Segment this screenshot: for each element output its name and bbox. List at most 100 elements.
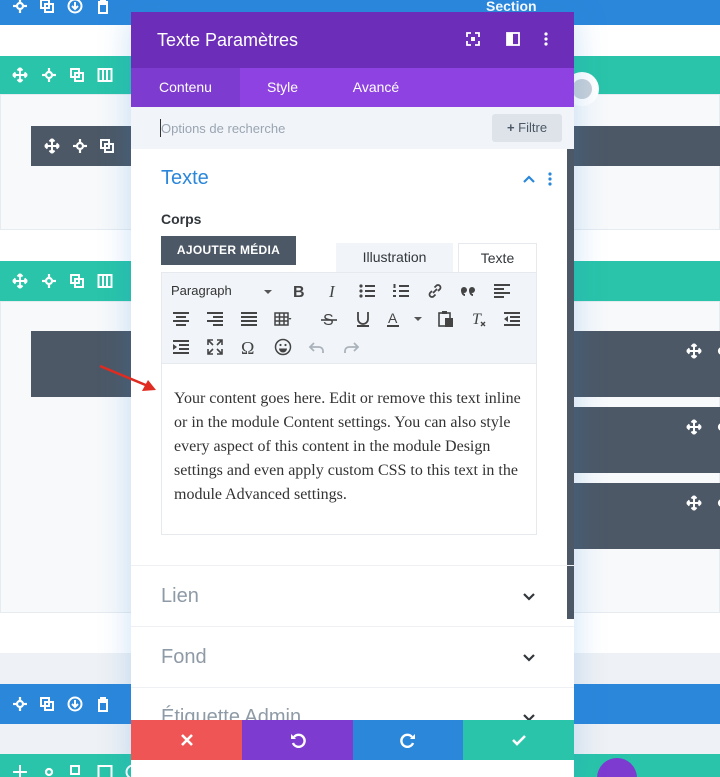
settings-icon[interactable] [72, 138, 88, 154]
numbered-list-icon[interactable] [392, 282, 410, 300]
redo-button[interactable] [353, 720, 463, 760]
columns-icon[interactable] [97, 764, 113, 777]
modal-header: Texte Paramètres [131, 12, 574, 68]
strikethrough-icon[interactable]: S [320, 310, 338, 328]
dropdown-arrow-icon[interactable] [409, 310, 427, 328]
chevron-up-icon[interactable] [522, 174, 536, 184]
duplicate-icon[interactable] [69, 273, 85, 289]
svg-text:T: T [472, 311, 482, 328]
svg-text:B: B [293, 284, 305, 300]
editor-toolbar: Paragraph B I S A T Ω [161, 272, 537, 364]
link-icon[interactable] [426, 282, 444, 300]
table-icon[interactable] [274, 310, 292, 328]
delete-icon[interactable] [95, 696, 111, 712]
group-title-lien[interactable]: Lien [161, 585, 199, 608]
undo-button[interactable] [242, 720, 353, 760]
svg-text:A: A [388, 310, 398, 326]
settings-icon[interactable] [714, 343, 720, 359]
split-view-icon[interactable] [506, 32, 520, 46]
duplicate-icon[interactable] [99, 138, 115, 154]
close-icon [180, 734, 193, 746]
save-button[interactable] [463, 720, 574, 760]
modal-tabs: Contenu Style Avancé [131, 68, 574, 107]
move-icon[interactable] [44, 138, 60, 154]
add-media-button[interactable]: AJOUTER MÉDIA [161, 236, 296, 265]
svg-text:I: I [328, 282, 336, 300]
chevron-down-icon[interactable] [522, 653, 536, 663]
settings-icon[interactable] [714, 419, 720, 435]
modal-footer [131, 720, 574, 777]
fullscreen-icon[interactable] [466, 32, 480, 46]
tab-contenu[interactable]: Contenu [131, 68, 240, 107]
align-justify-icon[interactable] [240, 310, 258, 328]
duplicate-icon[interactable] [69, 67, 85, 83]
redo-icon[interactable] [342, 338, 360, 356]
align-right-icon[interactable] [206, 310, 224, 328]
duplicate-icon[interactable] [69, 764, 85, 777]
scrollbar[interactable] [567, 149, 574, 619]
redo-icon [400, 733, 415, 748]
more-options-icon[interactable] [546, 171, 554, 187]
align-center-icon[interactable] [172, 310, 190, 328]
move-icon[interactable] [686, 495, 702, 511]
svg-text:Ω: Ω [241, 338, 254, 356]
settings-icon[interactable] [12, 0, 28, 14]
clear-formatting-icon[interactable]: T [469, 310, 487, 328]
delete-icon[interactable] [95, 0, 111, 14]
filter-button[interactable]: + Filtre [492, 114, 562, 142]
fullscreen-icon[interactable] [206, 338, 224, 356]
module-block[interactable] [574, 407, 720, 473]
dropdown-arrow-icon[interactable] [259, 283, 277, 301]
outdent-icon[interactable] [503, 310, 521, 328]
indent-icon[interactable] [172, 338, 190, 356]
format-select[interactable]: Paragraph [171, 283, 232, 298]
bold-icon[interactable]: B [290, 282, 308, 300]
text-color-icon[interactable]: A [385, 310, 403, 328]
settings-icon[interactable] [12, 696, 28, 712]
settings-icon[interactable] [41, 764, 57, 777]
columns-icon[interactable] [97, 67, 113, 83]
search-input[interactable]: Options de recherche [161, 121, 285, 136]
undo-icon[interactable] [308, 338, 326, 356]
settings-icon[interactable] [714, 495, 720, 511]
move-icon[interactable] [686, 419, 702, 435]
columns-icon[interactable] [97, 273, 113, 289]
tab-avance[interactable]: Avancé [325, 68, 427, 107]
duplicate-icon[interactable] [39, 696, 55, 712]
module-block[interactable] [574, 483, 720, 549]
content-editor[interactable]: Your content goes here. Edit or remove t… [161, 364, 537, 535]
settings-icon[interactable] [41, 67, 57, 83]
emoji-icon[interactable] [274, 338, 292, 356]
module-block[interactable] [574, 331, 720, 397]
move-icon[interactable] [12, 273, 28, 289]
settings-modal: Texte Paramètres Contenu Style Avancé Op… [131, 12, 574, 777]
group-title-texte[interactable]: Texte [161, 167, 209, 190]
duplicate-icon[interactable] [39, 0, 55, 14]
divider [131, 565, 574, 566]
move-icon[interactable] [12, 764, 28, 777]
check-icon [511, 735, 526, 746]
discard-button[interactable] [131, 720, 242, 760]
save-to-library-icon[interactable] [67, 696, 83, 712]
move-icon[interactable] [686, 343, 702, 359]
tab-illustration[interactable]: Illustration [336, 243, 453, 272]
save-to-library-icon[interactable] [67, 0, 83, 14]
group-title-fond[interactable]: Fond [161, 646, 207, 669]
divider [131, 687, 574, 688]
divider [131, 626, 574, 627]
underline-icon[interactable] [354, 310, 372, 328]
bullet-list-icon[interactable] [358, 282, 376, 300]
tab-texte[interactable]: Texte [458, 243, 537, 272]
move-icon[interactable] [12, 67, 28, 83]
blockquote-icon[interactable] [459, 282, 477, 300]
paste-text-icon[interactable] [437, 310, 455, 328]
more-options-icon[interactable] [541, 31, 551, 47]
undo-icon [290, 733, 306, 748]
settings-icon[interactable] [41, 273, 57, 289]
special-character-icon[interactable]: Ω [240, 338, 258, 356]
italic-icon[interactable]: I [325, 282, 343, 300]
search-bar: Options de recherche + Filtre [131, 107, 574, 149]
align-left-icon[interactable] [493, 282, 511, 300]
tab-style[interactable]: Style [240, 68, 325, 107]
chevron-down-icon[interactable] [522, 592, 536, 602]
